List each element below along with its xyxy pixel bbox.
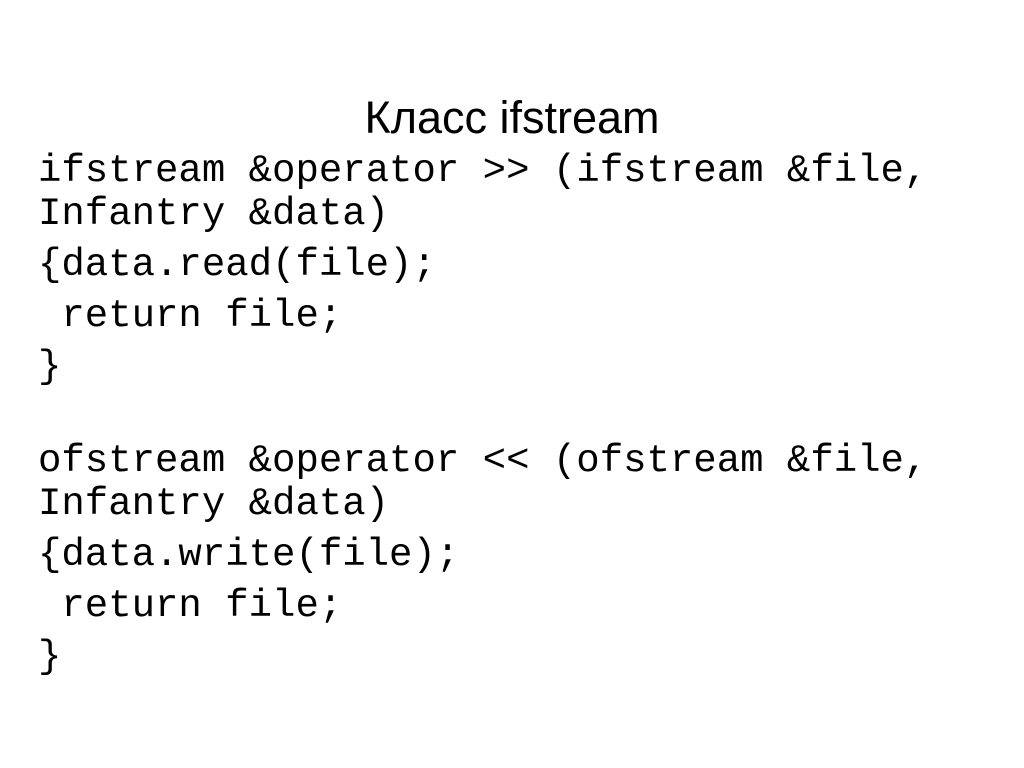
- code-line: {data.read(file);: [38, 243, 436, 287]
- slide-canvas: Класс ifstream ifstream &operator >> (if…: [0, 0, 1024, 768]
- code-line: }: [38, 345, 62, 389]
- code-line: ofstream &operator << (ofstream &file, I…: [38, 439, 951, 526]
- code-block: ifstream &operator >> (ifstream &file, I…: [38, 150, 948, 687]
- code-line: return file;: [38, 584, 343, 628]
- code-line: ifstream &operator >> (ifstream &file, I…: [38, 149, 951, 236]
- code-line: }: [38, 635, 62, 679]
- code-line: return file;: [38, 294, 343, 338]
- page-title: Класс ifstream: [364, 92, 660, 144]
- code-line: {data.write(file);: [38, 533, 460, 577]
